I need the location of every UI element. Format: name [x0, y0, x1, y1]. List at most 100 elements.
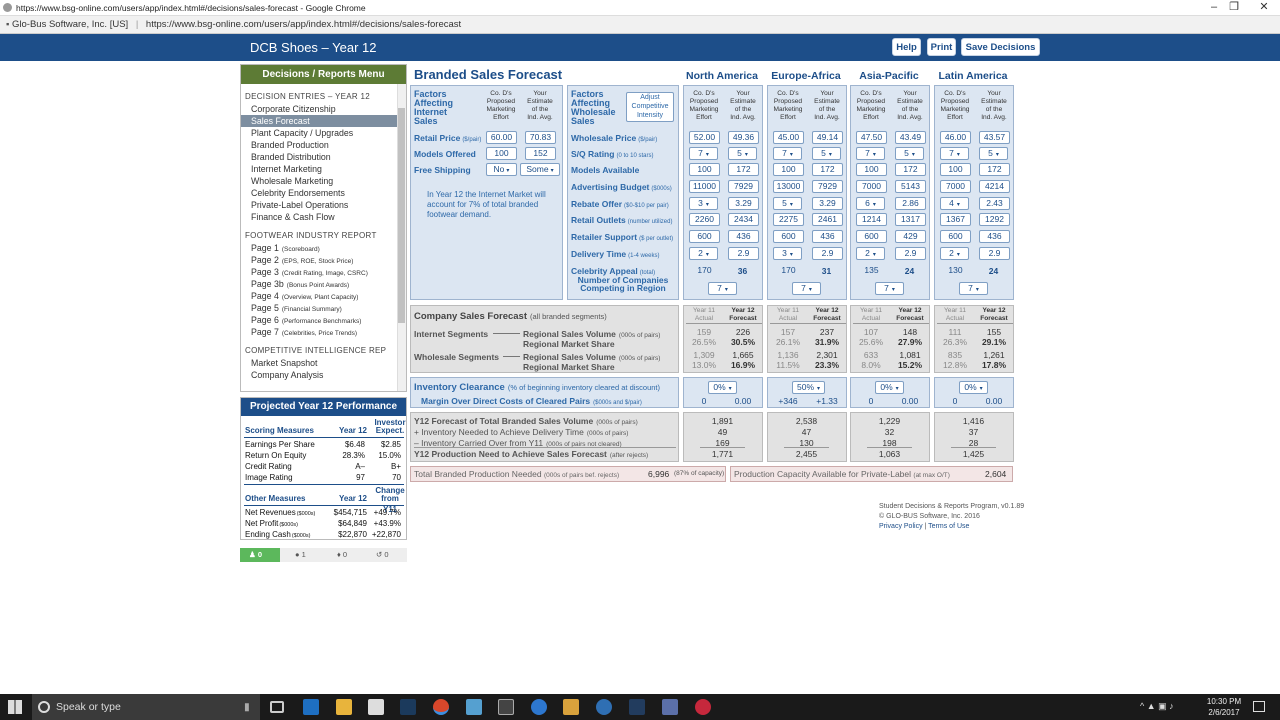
avg-input[interactable]: 43.49 [895, 131, 926, 144]
own-input[interactable]: 600 [689, 230, 720, 243]
own-dropdown[interactable]: 7 ▾ [856, 147, 885, 160]
own-dropdown[interactable]: 2 ▾ [689, 247, 718, 260]
clearance-dropdown[interactable]: 50% ▾ [792, 381, 825, 394]
clearance-dropdown[interactable]: 0% ▾ [959, 381, 988, 394]
intel-item[interactable]: Company Analysis [241, 369, 406, 381]
own-input[interactable]: 52.00 [689, 131, 720, 144]
browser-icon[interactable] [531, 699, 547, 715]
internet-own-input[interactable]: 60.00 [486, 131, 517, 144]
own-input[interactable]: 100 [856, 163, 887, 176]
avg-input[interactable]: 1317 [895, 213, 926, 226]
avg-dropdown[interactable]: 5 ▾ [812, 147, 841, 160]
avg-dropdown[interactable]: 5 ▾ [895, 147, 924, 160]
mic-count[interactable]: ♦ 0 [337, 550, 347, 559]
report-item[interactable]: Page 6 (Performance Benchmarks) [241, 314, 406, 326]
print-button[interactable]: Print [927, 38, 956, 56]
avg-input[interactable]: 43.57 [979, 131, 1010, 144]
menu-item-wholesale-marketing[interactable]: Wholesale Marketing [241, 175, 406, 187]
close-icon[interactable]: ✕ [1249, 0, 1279, 15]
discord-icon[interactable] [662, 699, 678, 715]
avg-dropdown[interactable]: 5 ▾ [728, 147, 757, 160]
menu-item-private-label-operations[interactable]: Private-Label Operations [241, 199, 406, 211]
avg-input[interactable]: 172 [728, 163, 759, 176]
avg-input[interactable]: 2.9 [812, 247, 843, 260]
report-item[interactable]: Page 5 (Financial Summary) [241, 302, 406, 314]
own-input[interactable]: 600 [940, 230, 971, 243]
shipping-estimate-dropdown[interactable]: Some ▾ [520, 163, 560, 176]
tray-icons[interactable]: ^ ▲ ▣ ♪ [1140, 701, 1174, 712]
notification-icon[interactable] [1253, 701, 1265, 712]
clock[interactable]: 10:30 PM 2/6/2017 [1206, 696, 1242, 718]
restore-icon[interactable]: ❐ [1219, 0, 1249, 15]
own-dropdown[interactable]: 7 ▾ [689, 147, 718, 160]
clearance-dropdown[interactable]: 0% ▾ [708, 381, 737, 394]
menu-item-branded-distribution[interactable]: Branded Distribution [241, 151, 406, 163]
own-input[interactable]: 1214 [856, 213, 887, 226]
report-item[interactable]: Page 3 (Credit Rating, Image, CSRC) [241, 266, 406, 278]
avg-input[interactable]: 2.9 [979, 247, 1010, 260]
own-input[interactable]: 45.00 [773, 131, 804, 144]
avg-input[interactable]: 429 [895, 230, 926, 243]
own-input[interactable]: 2275 [773, 213, 804, 226]
start-icon[interactable] [8, 700, 22, 714]
app-icon[interactable] [596, 699, 612, 715]
own-input[interactable]: 600 [773, 230, 804, 243]
own-input[interactable]: 11000 [689, 180, 720, 193]
own-dropdown[interactable]: 4 ▾ [940, 197, 969, 210]
steam-icon[interactable] [400, 699, 416, 715]
avg-input[interactable]: 3.29 [728, 197, 759, 210]
free-shipping-dropdown[interactable]: No ▾ [486, 163, 517, 176]
avg-input[interactable]: 49.36 [728, 131, 759, 144]
share-count[interactable]: ↺ 0 [376, 550, 389, 559]
avg-input[interactable]: 2.86 [895, 197, 926, 210]
report-item[interactable]: Page 7 (Celebrities, Price Trends) [241, 326, 406, 338]
own-input[interactable]: 1367 [940, 213, 971, 226]
own-dropdown[interactable]: 2 ▾ [940, 247, 969, 260]
report-item[interactable]: Page 4 (Overview, Plant Capacity) [241, 290, 406, 302]
own-dropdown[interactable]: 3 ▾ [773, 247, 802, 260]
help-button[interactable]: Help [892, 38, 921, 56]
competing-dropdown[interactable]: 7 ▾ [875, 282, 904, 295]
avg-input[interactable]: 172 [979, 163, 1010, 176]
mail-icon[interactable] [466, 699, 482, 715]
avg-input[interactable]: 2.9 [895, 247, 926, 260]
internet-own-input[interactable]: 100 [486, 147, 517, 160]
url-text[interactable]: https://www.bsg-online.com/users/app/ind… [146, 19, 461, 30]
save-decisions-button[interactable]: Save Decisions [961, 38, 1040, 56]
avg-input[interactable]: 3.29 [812, 197, 843, 210]
chrome-taskbar-icon[interactable] [433, 699, 449, 715]
avg-input[interactable]: 1292 [979, 213, 1010, 226]
avg-input[interactable]: 2.43 [979, 197, 1010, 210]
avg-input[interactable]: 49.14 [812, 131, 843, 144]
terms-link[interactable]: Terms of Use [928, 523, 969, 530]
report-item[interactable]: Page 2 (EPS, ROE, Stock Price) [241, 254, 406, 266]
competing-dropdown[interactable]: 7 ▾ [708, 282, 737, 295]
avg-input[interactable]: 172 [812, 163, 843, 176]
own-dropdown[interactable]: 5 ▾ [773, 197, 802, 210]
own-input[interactable]: 100 [689, 163, 720, 176]
store-icon[interactable] [368, 699, 384, 715]
avg-input[interactable]: 7929 [728, 180, 759, 193]
own-dropdown[interactable]: 7 ▾ [940, 147, 969, 160]
own-input[interactable]: 7000 [856, 180, 887, 193]
avg-input[interactable]: 172 [895, 163, 926, 176]
avg-input[interactable]: 2434 [728, 213, 759, 226]
intel-item[interactable]: Market Snapshot [241, 357, 406, 369]
avg-input[interactable]: 2.9 [728, 247, 759, 260]
avg-input[interactable]: 2461 [812, 213, 843, 226]
avg-input[interactable]: 5143 [895, 180, 926, 193]
scroll-thumb[interactable] [398, 108, 405, 323]
photoshop-icon[interactable] [629, 699, 645, 715]
group-count[interactable]: ♟ 0 [240, 548, 280, 562]
menu-item-sales-forecast[interactable]: Sales Forecast [241, 115, 406, 127]
avg-input[interactable]: 436 [812, 230, 843, 243]
file-explorer-icon[interactable] [336, 699, 352, 715]
competing-dropdown[interactable]: 7 ▾ [959, 282, 988, 295]
menu-item-corporate-citizenship[interactable]: Corporate Citizenship [241, 103, 406, 115]
internet-avg-input[interactable]: 70.83 [525, 131, 556, 144]
avg-input[interactable]: 436 [979, 230, 1010, 243]
report-item[interactable]: Page 1 (Scoreboard) [241, 242, 406, 254]
own-dropdown[interactable]: 6 ▾ [856, 197, 885, 210]
menu-item-internet-marketing[interactable]: Internet Marketing [241, 163, 406, 175]
own-input[interactable]: 100 [773, 163, 804, 176]
